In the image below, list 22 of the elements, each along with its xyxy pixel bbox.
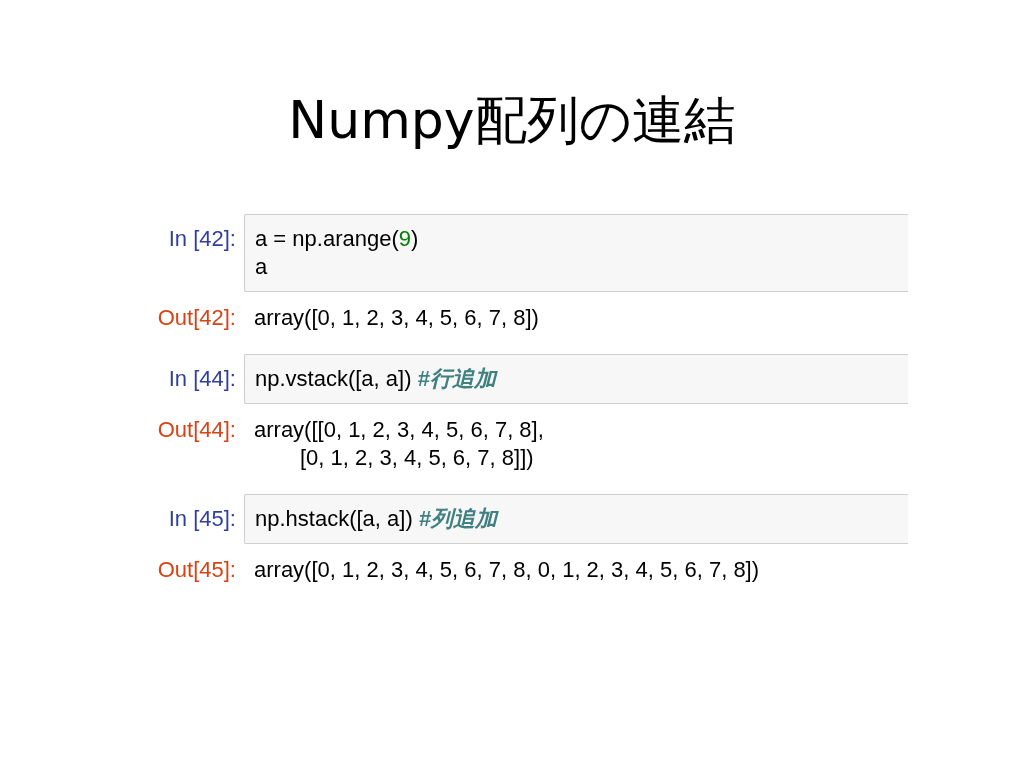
output-prompt: Out[42]: [156,304,236,332]
output-prompt: Out[44]: [156,416,236,444]
number-literal: 9 [398,226,411,251]
output-text: array([0, 1, 2, 3, 4, 5, 6, 7, 8, 0, 1, 2, 3, 4, 5, 6, 7, 8]) [254,557,760,582]
code-text: np.vstack([a, a]) [255,366,412,391]
input-prompt: In [42]: [167,225,236,253]
output-prompt: Out[45]: [156,556,236,584]
code-comment: #行追加 [417,366,496,391]
code-text: a [255,254,268,279]
code-text: ) [411,226,419,251]
input-prompt: In [44]: [167,365,236,393]
code-comment: #列追加 [418,506,497,531]
code-text: a = np.arange( [255,226,399,251]
output-text: [0, 1, 2, 3, 4, 5, 6, 7, 8]]) [300,445,534,470]
code-cell[interactable]: np.hstack([a, a]) #列追加 [244,494,908,544]
output-text: array([0, 1, 2, 3, 4, 5, 6, 7, 8]) [254,305,539,330]
code-cell[interactable]: np.vstack([a, a]) #行追加 [244,354,908,404]
input-prompt: In [45]: [167,505,236,533]
slide-title: Numpy配列の連結 [288,89,736,152]
code-text: np.hstack([a, a]) [255,506,413,531]
output-text: array([[0, 1, 2, 3, 4, 5, 6, 7, 8], [254,417,544,442]
code-cell[interactable]: a = np.arange(9) a [244,214,908,292]
